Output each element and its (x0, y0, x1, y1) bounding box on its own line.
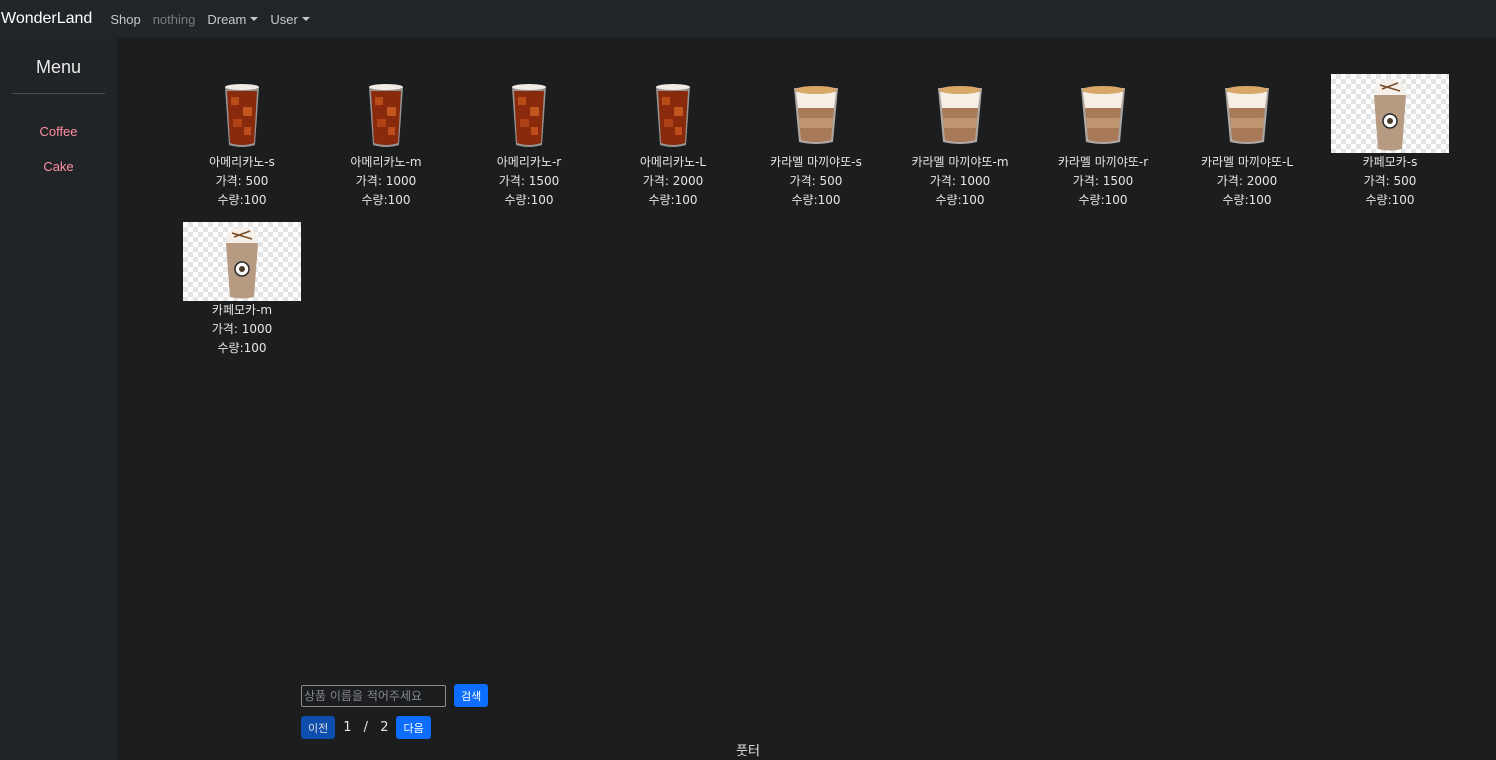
product-image[interactable] (314, 74, 458, 153)
prev-page-button[interactable]: 이전 (301, 716, 336, 739)
product-price: 가격: 500 (1363, 174, 1417, 188)
product-quantity: 수량:100 (1222, 193, 1272, 207)
product-image[interactable] (457, 74, 601, 153)
product-quantity: 수량:100 (217, 193, 267, 207)
nav-item-shop[interactable]: Shop (110, 12, 140, 27)
product-card[interactable]: 카라멜 마끼야또-r 가격: 1500 수량:100 (1031, 74, 1175, 210)
sidebar-divider (12, 93, 105, 94)
product-quantity: 수량:100 (1078, 193, 1128, 207)
product-card[interactable]: 아메리카노-m 가격: 1000 수량:100 (314, 74, 458, 210)
product-card[interactable]: 카라멜 마끼야또-s 가격: 500 수량:100 (744, 74, 888, 210)
product-card[interactable]: 아메리카노-r 가격: 1500 수량:100 (457, 74, 601, 210)
search-button[interactable]: 검색 (454, 684, 489, 707)
sidebar: Menu Coffee Cake (0, 38, 117, 760)
pagination: 이전 1 / 2 다음 (301, 716, 431, 739)
product-quantity: 수량:100 (648, 193, 698, 207)
nav-item-label: Shop (110, 11, 141, 27)
page-indicator: 1 / 2 (343, 720, 388, 735)
product-card[interactable]: 아메리카노-s 가격: 500 수량:100 (170, 74, 314, 210)
product-image[interactable] (888, 74, 1032, 153)
product-price: 가격: 1500 (498, 174, 560, 188)
product-quantity: 수량:100 (1365, 193, 1415, 207)
nav-item-label: Dream (207, 11, 247, 27)
product-name[interactable]: 카라멜 마끼야또-s (744, 153, 888, 172)
next-page-button[interactable]: 다음 (396, 716, 431, 739)
product-quantity: 수량:100 (217, 341, 267, 355)
sidebar-link-coffee[interactable]: Coffee (0, 114, 117, 149)
product-price: 가격: 1500 (1072, 174, 1134, 188)
product-price: 가격: 500 (215, 174, 269, 188)
footer: 풋터 (736, 744, 760, 759)
total-pages: 2 (380, 720, 389, 735)
nav-dropdown-user[interactable]: User (270, 11, 310, 27)
nav-item-label: User (270, 11, 298, 27)
product-name[interactable]: 아메리카노-s (170, 153, 314, 172)
product-image[interactable] (1175, 74, 1319, 153)
product-price: 가격: 2000 (642, 174, 704, 188)
page-separator: / (363, 720, 369, 735)
product-name[interactable]: 아메리카노-r (457, 153, 601, 172)
product-price: 가격: 1000 (929, 174, 991, 188)
product-image[interactable] (183, 222, 301, 301)
caret-down-icon (301, 17, 310, 21)
product-name[interactable]: 카라멜 마끼야또-r (1031, 153, 1175, 172)
search-bar: 검색 (301, 684, 489, 707)
product-name[interactable]: 아메리카노-m (314, 153, 458, 172)
product-image[interactable] (744, 74, 888, 153)
product-quantity: 수량:100 (791, 193, 841, 207)
product-image[interactable] (601, 74, 745, 153)
sidebar-title: Menu (35, 57, 82, 77)
sidebar-link-cake[interactable]: Cake (0, 149, 117, 184)
product-price: 가격: 1000 (355, 174, 417, 188)
product-price: 가격: 500 (789, 174, 843, 188)
product-name[interactable]: 카페모카-m (170, 301, 314, 320)
caret-down-icon (250, 17, 259, 21)
product-quantity: 수량:100 (361, 193, 411, 207)
product-price: 가격: 1000 (211, 322, 273, 336)
product-name[interactable]: 카라멜 마끼야또-L (1175, 153, 1319, 172)
sidebar-links: Coffee Cake (0, 114, 117, 184)
product-card[interactable]: 카라멜 마끼야또-L 가격: 2000 수량:100 (1175, 74, 1319, 210)
product-image[interactable] (1331, 74, 1449, 153)
nav-item-label: nothing (152, 11, 196, 27)
search-input[interactable] (301, 684, 446, 707)
product-card[interactable]: 카페모카-s 가격: 500 수량:100 (1318, 74, 1462, 210)
product-card[interactable]: 카라멜 마끼야또-m 가격: 1000 수량:100 (888, 74, 1032, 210)
product-price: 가격: 2000 (1216, 174, 1278, 188)
product-quantity: 수량:100 (504, 193, 554, 207)
product-quantity: 수량:100 (935, 193, 985, 207)
current-page: 1 (343, 720, 352, 735)
product-image[interactable] (1031, 74, 1175, 153)
product-card[interactable]: 아메리카노-L 가격: 2000 수량:100 (601, 74, 745, 210)
nav-dropdown-dream[interactable]: Dream (207, 11, 259, 27)
product-name[interactable]: 아메리카노-L (601, 153, 745, 172)
brand-logo[interactable]: WonderLand (1, 10, 92, 28)
product-image[interactable] (170, 74, 314, 153)
product-name[interactable]: 카라멜 마끼야또-m (888, 153, 1032, 172)
top-navbar: WonderLand Shop nothing Dream User (0, 0, 1496, 38)
product-name[interactable]: 카페모카-s (1318, 153, 1462, 172)
product-card[interactable]: 카페모카-m 가격: 1000 수량:100 (170, 222, 314, 358)
nav-item-nothing[interactable]: nothing (153, 12, 196, 27)
